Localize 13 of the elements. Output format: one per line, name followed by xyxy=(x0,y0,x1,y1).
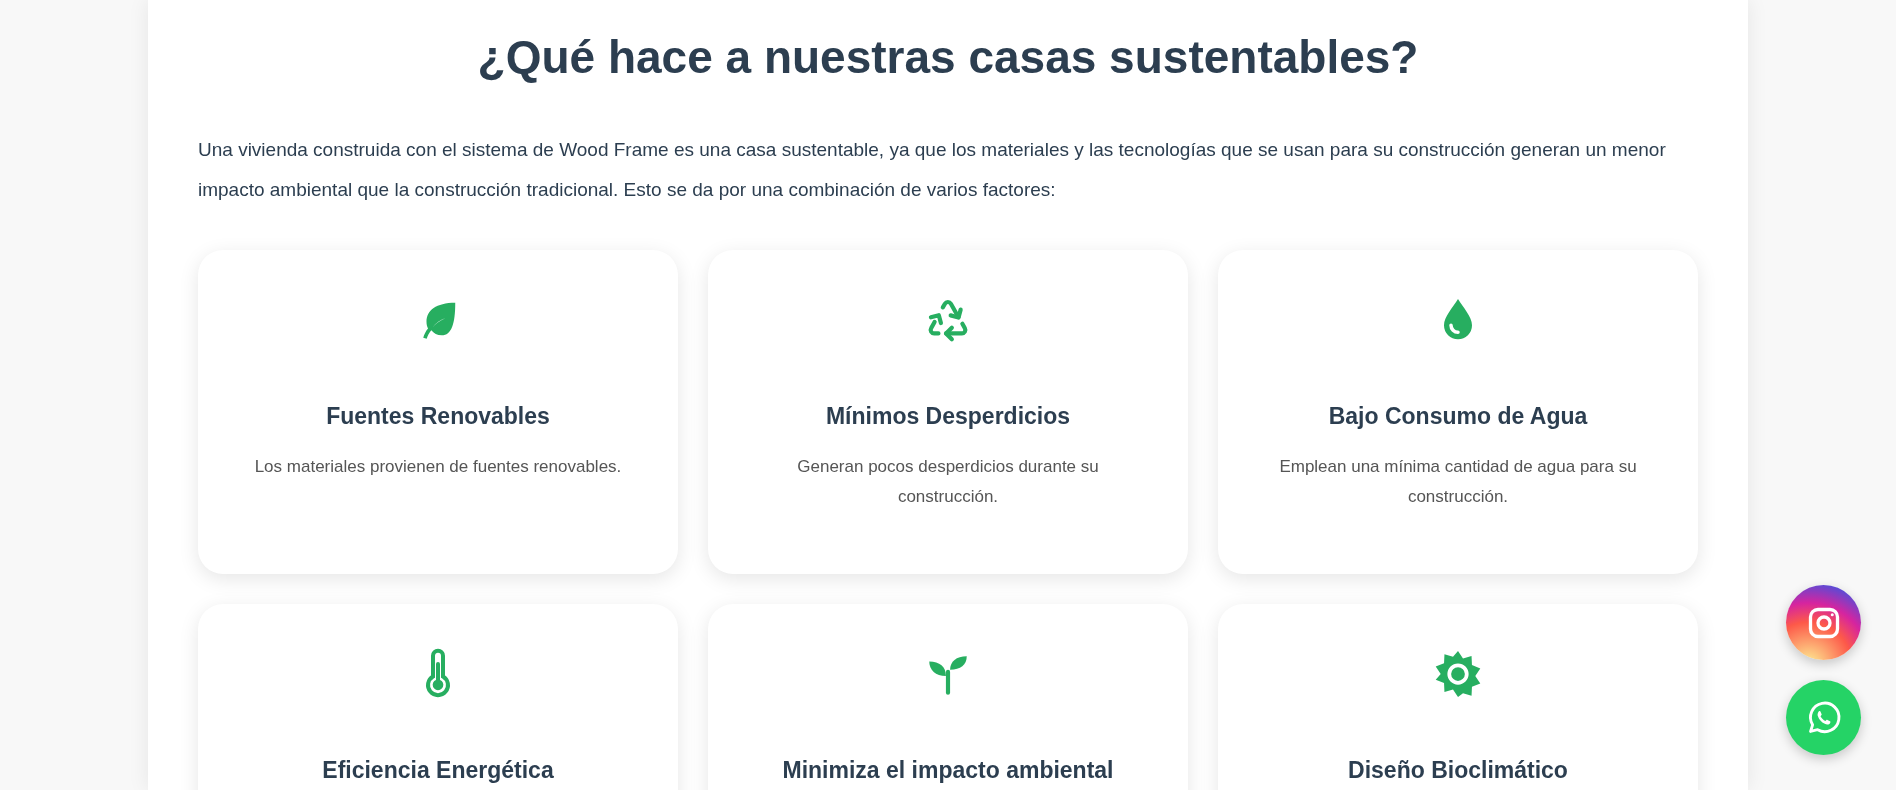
card-description: Generan pocos desperdicios durante su construcción. xyxy=(796,456,1100,508)
card-title: Minimiza el impacto ambiental xyxy=(782,756,1114,785)
card-title: Fuentes Renovables xyxy=(326,402,550,431)
sun-icon xyxy=(1433,649,1483,699)
instagram-button[interactable] xyxy=(1786,585,1861,660)
card-description: Emplean una mínima cantidad de agua para su construcción. xyxy=(1278,456,1638,508)
card-title: Bajo Consumo de Agua xyxy=(1328,402,1588,431)
intro-paragraph: Una vivienda construida con el sistema de Wood Frame es una casa sustentable, ya que los materiales y las tecnologías que se usan para su construcción generan un menor impacto ambiental que la construcción tradicional. Esto se da por una combinación de varios factores: xyxy=(198,138,1667,202)
card-title: Eficiencia Energética xyxy=(322,756,554,785)
section-heading: ¿Qué hace a nuestras casas sustentables? xyxy=(476,30,1420,85)
card-title: Mínimos Desperdicios xyxy=(825,402,1071,431)
card-title: Diseño Bioclimático xyxy=(1348,756,1568,785)
card-description: Los materiales provienen de fuentes renovables. xyxy=(254,456,622,478)
